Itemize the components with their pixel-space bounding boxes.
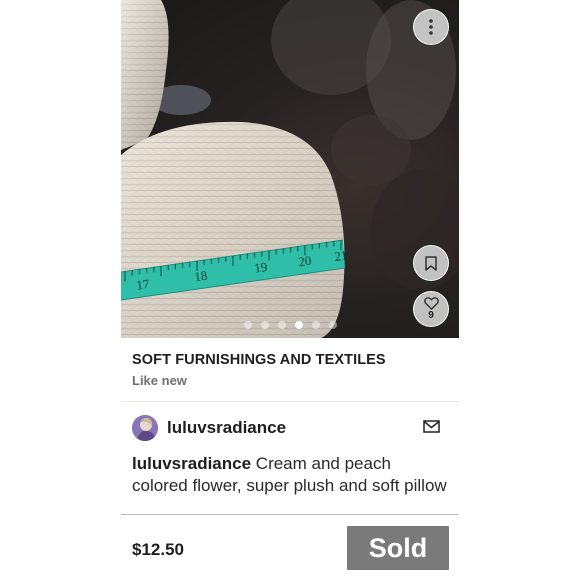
listing-description: luluvsradiance Cream and peach colored f…: [132, 453, 450, 514]
divider: [121, 401, 459, 402]
product-photo[interactable]: 17 18 19 20 21 9: [121, 0, 459, 338]
pagination-dot[interactable]: [311, 321, 320, 329]
tape-number: 17: [135, 276, 150, 293]
pagination-dot[interactable]: [294, 321, 303, 329]
pagination-dot[interactable]: [277, 321, 286, 329]
photo-pagination: [121, 321, 459, 329]
bottom-action-bar: $12.50 Sold: [121, 514, 459, 580]
bookmark-icon: [425, 255, 437, 271]
message-seller-button[interactable]: [423, 420, 440, 438]
heart-icon: [423, 297, 439, 310]
pagination-dot[interactable]: [260, 321, 269, 329]
tape-number: 18: [193, 268, 208, 285]
seller-profile-link[interactable]: luluvsradiance: [132, 415, 286, 441]
listing-condition: Like new: [132, 373, 187, 388]
tape-number: 20: [297, 253, 312, 270]
tape-number: 21: [333, 247, 348, 264]
listing-price: $12.50: [132, 540, 184, 559]
avatar: [132, 415, 158, 441]
mail-icon: [423, 420, 440, 433]
tape-number: 19: [253, 259, 268, 276]
pagination-dot[interactable]: [243, 321, 252, 329]
bookmark-button[interactable]: [413, 245, 449, 281]
listing-category[interactable]: SOFT FURNISHINGS AND TEXTILES: [132, 352, 386, 368]
more-options-button[interactable]: [413, 9, 449, 45]
photo-scene: 17 18 19 20 21: [121, 0, 459, 338]
more-vertical-icon: [429, 19, 433, 35]
sold-status-button: Sold: [347, 526, 449, 570]
pagination-dot[interactable]: [328, 321, 337, 329]
seller-avatar-image: [132, 415, 158, 441]
description-author[interactable]: luluvsradiance: [132, 454, 251, 473]
like-count: 9: [428, 310, 434, 321]
listing-screen: 17 18 19 20 21 9 SOFT FURNISHINGS AND TEXTIL…: [121, 0, 459, 580]
seller-username: luluvsradiance: [167, 418, 287, 437]
